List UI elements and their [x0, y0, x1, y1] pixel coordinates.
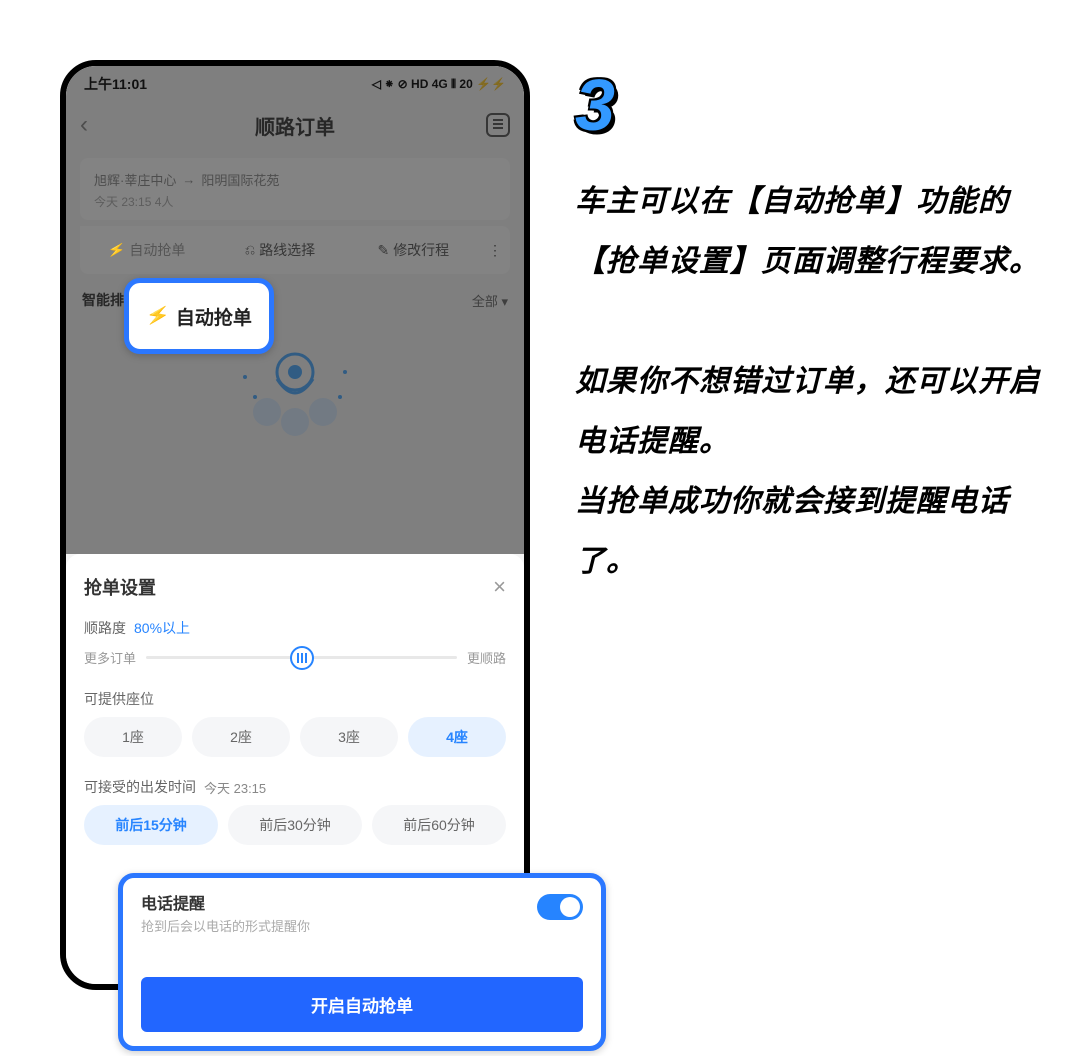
arrow-icon: →	[182, 172, 195, 187]
tab-edit-trip-label: 修改行程	[393, 240, 449, 260]
close-icon[interactable]: ×	[493, 576, 506, 598]
route-card: 旭辉·莘庄中心 → 阳明国际花苑 今天 23:15 4人	[80, 158, 510, 220]
tab-auto-grab-label: 自动抢单	[129, 240, 185, 260]
highlight-auto-grab-label: 自动抢单	[176, 303, 252, 330]
enable-auto-grab-button[interactable]: 开启自动抢单	[141, 977, 583, 1032]
tab-auto-grab[interactable]: ⚡ 自动抢单	[80, 226, 213, 274]
depart-label: 可接受的出发时间	[84, 777, 196, 797]
tab-more[interactable]: ⋮	[480, 226, 510, 274]
pencil-icon: ✎	[377, 242, 389, 259]
shunlu-label: 顺路度	[84, 618, 126, 638]
sheet-title: 抢单设置	[84, 574, 156, 600]
lightning-icon: ⚡	[144, 302, 171, 330]
route-time-people: 今天 23:15 4人	[94, 193, 496, 210]
slider-thumb[interactable]	[290, 646, 314, 670]
seats-options: 1座 2座 3座 4座	[84, 717, 506, 757]
phone-remind-title: 电话提醒	[141, 890, 310, 914]
status-time: 上午11:01	[84, 74, 147, 94]
slider-left-label: 更多订单	[84, 648, 136, 667]
phone-remind-sub: 抢到后会以电话的形式提醒你	[141, 916, 310, 935]
status-indicators: ◁ ⁕ ⊘ HD 4G ⫴ 20 ⚡⚡	[372, 74, 506, 94]
tab-bar: ⚡ 自动抢单 ⎌ 路线选择 ✎ 修改行程 ⋮	[80, 226, 510, 274]
route-icon: ⎌	[245, 242, 255, 258]
tab-route-select-label: 路线选择	[259, 240, 315, 260]
tab-edit-trip[interactable]: ✎ 修改行程	[347, 226, 480, 274]
nav-bar: ‹ 顺路订单	[66, 98, 524, 152]
lightning-icon: ⚡	[107, 240, 127, 260]
instruction-column: 3 车主可以在【自动抢单】功能的【抢单设置】页面调整行程要求。 如果你不想错过订…	[575, 60, 1050, 990]
depart-option-15[interactable]: 前后15分钟	[84, 805, 218, 845]
status-bar: 上午11:01 ◁ ⁕ ⊘ HD 4G ⫴ 20 ⚡⚡	[66, 66, 524, 98]
shunlu-slider[interactable]	[146, 656, 457, 659]
description-1: 车主可以在【自动抢单】功能的【抢单设置】页面调整行程要求。	[575, 172, 1050, 292]
depart-option-60[interactable]: 前后60分钟	[372, 805, 506, 845]
tab-route-select[interactable]: ⎌ 路线选择	[213, 226, 346, 274]
message-icon[interactable]	[486, 113, 510, 137]
route-to: 阳明国际花苑	[201, 170, 279, 189]
phone-frame: 上午11:01 ◁ ⁕ ⊘ HD 4G ⫴ 20 ⚡⚡ ‹ 顺路订单 旭辉·莘庄…	[60, 60, 530, 990]
highlight-auto-grab-tab: ⚡ 自动抢单	[124, 278, 274, 354]
back-icon[interactable]: ‹	[80, 111, 88, 139]
route-from: 旭辉·莘庄中心	[94, 170, 176, 189]
seat-option-4[interactable]: 4座	[408, 717, 506, 757]
description-2: 如果你不想错过订单，还可以开启电话提醒。	[575, 352, 1050, 472]
depart-value: 今天 23:15	[204, 778, 266, 797]
seat-option-2[interactable]: 2座	[192, 717, 290, 757]
filter-all[interactable]: 全部 ▾	[472, 291, 508, 310]
depart-option-30[interactable]: 前后30分钟	[228, 805, 362, 845]
step-number: 3	[575, 70, 1050, 142]
seat-option-1[interactable]: 1座	[84, 717, 182, 757]
depart-options: 前后15分钟 前后30分钟 前后60分钟	[84, 805, 506, 845]
highlight-phone-remind: 电话提醒 抢到后会以电话的形式提醒你 开启自动抢单	[118, 873, 606, 1051]
phone-remind-toggle[interactable]	[537, 894, 583, 920]
page-title: 顺路订单	[255, 111, 335, 140]
seat-option-3[interactable]: 3座	[300, 717, 398, 757]
slider-right-label: 更顺路	[467, 648, 506, 667]
description-3: 当抢单成功你就会接到提醒电话了。	[575, 472, 1050, 592]
shunlu-value: 80%以上	[134, 618, 190, 638]
seats-label: 可提供座位	[84, 689, 506, 709]
